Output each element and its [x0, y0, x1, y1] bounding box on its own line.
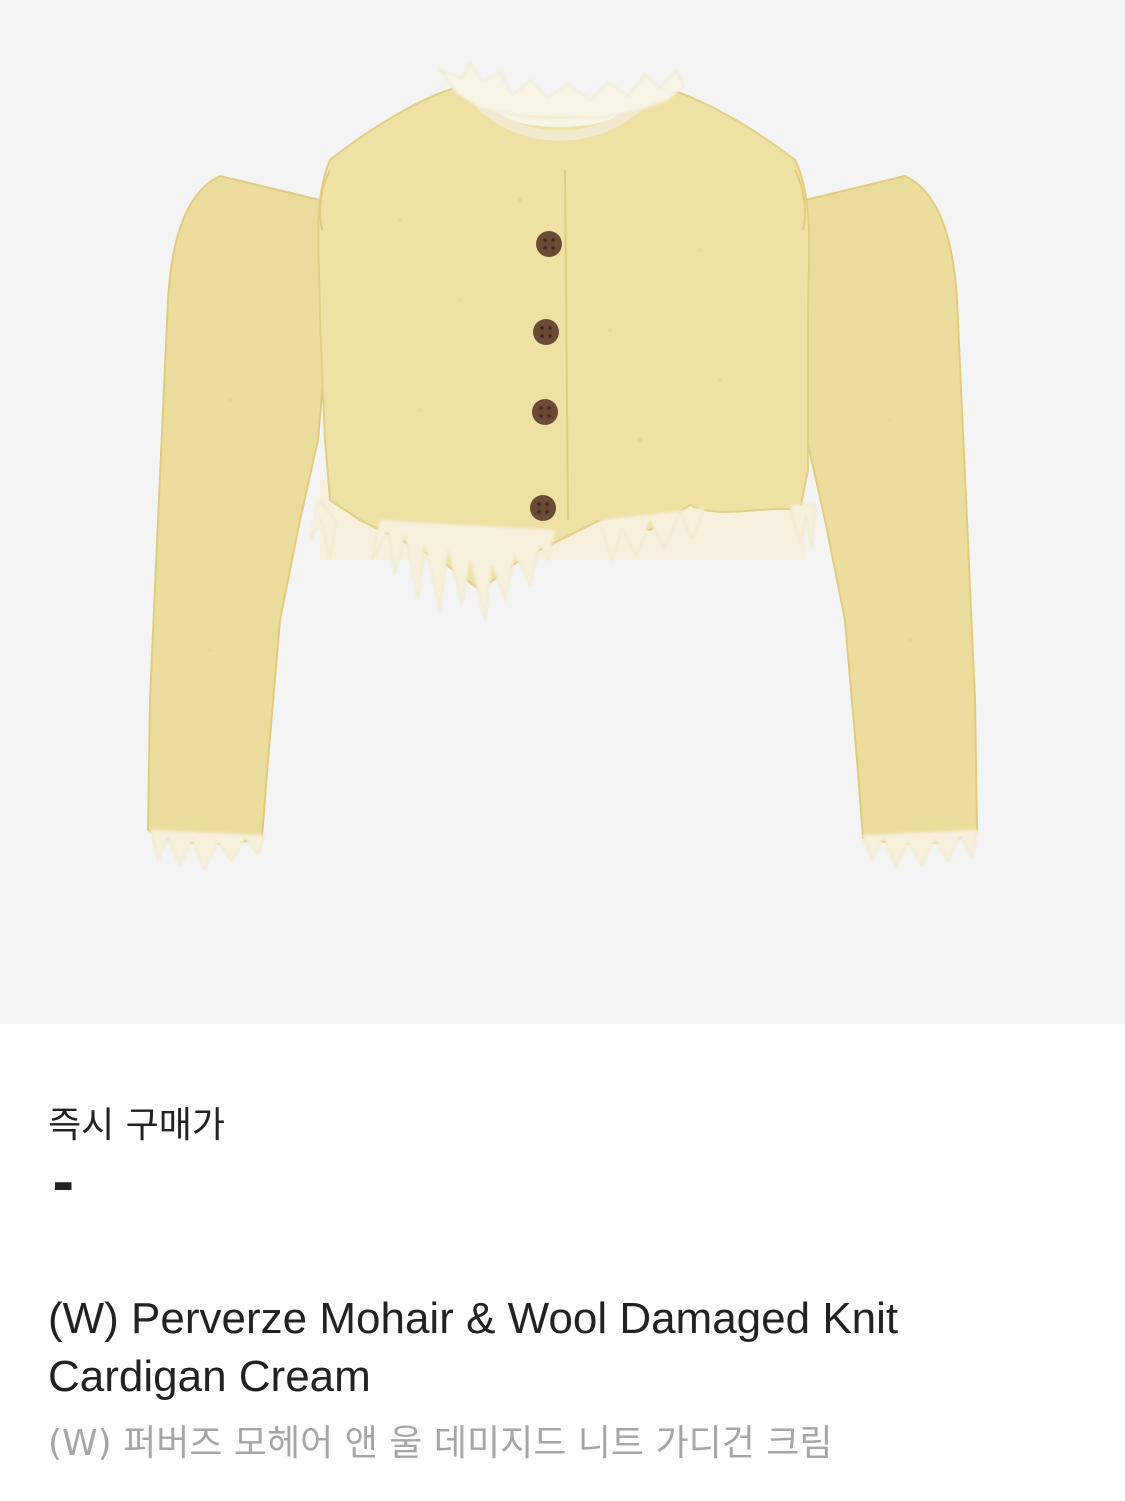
left-sleeve	[146, 174, 332, 845]
button-1	[536, 231, 562, 257]
product-title: (W) Perverze Mohair & Wool Damaged Knit …	[48, 1294, 899, 1401]
right-sleeve	[793, 174, 979, 845]
price-value: -	[52, 1152, 75, 1215]
button-3	[532, 399, 558, 425]
product-info: 즉시 구매가 - (W) Perverze Mohair & Wool Dama…	[0, 1024, 1125, 1501]
button-4	[530, 495, 556, 521]
product-image[interactable]	[0, 0, 1125, 1024]
price-label: 즉시 구매가	[48, 1105, 226, 1146]
product-subtitle: (W) 퍼버즈 모헤어 앤 울 데미지드 니트 가디건 크림	[48, 1423, 833, 1464]
button-2	[533, 319, 559, 345]
product-detail-page: 즉시 구매가 - (W) Perverze Mohair & Wool Dama…	[0, 0, 1125, 1501]
cuff-fringe	[149, 829, 979, 872]
cardigan-illustration	[146, 60, 979, 872]
